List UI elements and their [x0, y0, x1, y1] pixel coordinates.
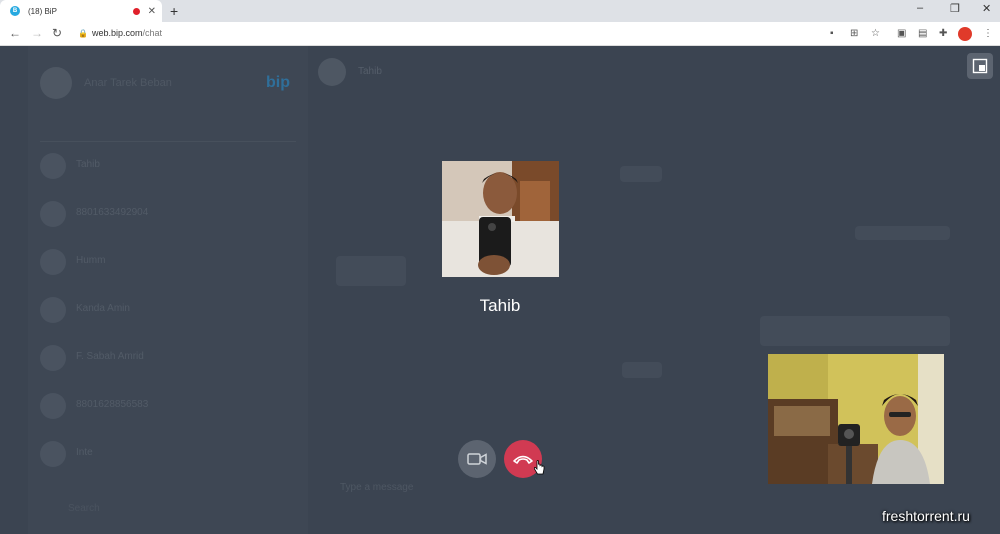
maximize-button[interactable]: ❐ — [950, 2, 960, 15]
compose-input[interactable]: Type a message — [340, 482, 413, 493]
tab-title: (18) BiP — [28, 6, 57, 16]
callee-avatar — [442, 161, 559, 277]
address-bar: ← → ↻ 🔒 web.bip.com/chat ▪ ⊞ ☆ ▣ ▤ ✚ ⋮ — [0, 22, 1000, 46]
avatar — [40, 393, 66, 419]
lock-icon: 🔒 — [78, 29, 88, 38]
callee-name: Tahib — [479, 296, 521, 315]
layout-toggle-button[interactable] — [967, 53, 993, 79]
date-divider — [620, 166, 662, 182]
menu-kebab-icon[interactable]: ⋮ — [983, 28, 993, 39]
chat-list-item[interactable]: F. Sabah Amrid — [28, 334, 308, 382]
message-bubble — [336, 256, 406, 286]
translate-icon[interactable]: ⊞ — [850, 28, 858, 39]
back-button[interactable]: ← — [9, 26, 21, 40]
avatar — [40, 249, 66, 275]
phone-hangup-icon — [513, 455, 533, 464]
avatar — [40, 201, 66, 227]
browser-tab-bar: B (18) BiP ✕ + – ❐ ✕ — [0, 0, 1000, 22]
reader-icon[interactable]: ▤ — [918, 28, 927, 39]
self-video-preview[interactable] — [768, 354, 944, 484]
avatar — [40, 297, 66, 323]
avatar — [40, 153, 66, 179]
profile-avatar[interactable] — [958, 27, 972, 41]
sidebar-footer[interactable]: Search — [68, 503, 100, 514]
url-field[interactable]: 🔒 web.bip.com/chat — [78, 28, 162, 38]
sidebar-header: Anar Tarek Beban bip — [28, 46, 308, 120]
forward-button[interactable]: → — [31, 26, 43, 40]
user-name: Anar Tarek Beban — [84, 77, 172, 89]
url-host: web.bip.com — [91, 28, 143, 38]
chat-name: Kanda Amin — [76, 302, 130, 314]
recording-indicator-icon — [132, 7, 140, 15]
tab-close-icon[interactable]: ✕ — [148, 6, 156, 17]
message-bubble — [760, 316, 950, 346]
video-toggle-button[interactable] — [458, 440, 496, 478]
chat-list-item[interactable]: Humm — [28, 238, 308, 286]
chat-name: Tahib — [76, 158, 100, 170]
layout-icon — [972, 58, 988, 74]
bip-logo: bip — [266, 74, 290, 91]
bookmark-star-icon[interactable]: ☆ — [871, 28, 880, 39]
watermark: freshtorrent.ru — [882, 508, 970, 524]
chat-list-item[interactable]: 8801628856583 — [28, 382, 308, 430]
browser-tab[interactable]: B (18) BiP ✕ — [0, 0, 162, 22]
chat-list-item[interactable]: Tahib — [28, 142, 308, 190]
date-divider — [622, 362, 662, 378]
chat-list: Tahib 8801633492904 Humm Kanda Amin F. S… — [28, 142, 308, 478]
video-camera-icon — [467, 453, 487, 465]
chat-sidebar: Anar Tarek Beban bip Tahib 8801633492904… — [28, 46, 308, 534]
chat-name: Inte — [76, 446, 93, 458]
bip-favicon-icon: B — [10, 6, 20, 16]
close-window-button[interactable]: ✕ — [982, 2, 991, 15]
new-tab-button[interactable]: + — [170, 3, 178, 19]
contact-name: Tahib — [358, 65, 382, 77]
reload-button[interactable]: ↻ — [52, 26, 62, 40]
sidebar-search-field[interactable] — [40, 120, 296, 142]
message-bubble — [855, 226, 950, 240]
camera-in-use-icon[interactable]: ▪ — [830, 28, 834, 39]
url-path: /chat — [142, 28, 163, 38]
chat-list-item[interactable]: 8801633492904 — [28, 190, 308, 238]
chat-name: Humm — [76, 254, 106, 266]
avatar — [40, 345, 66, 371]
chat-list-item[interactable]: Kanda Amin — [28, 286, 308, 334]
avatar — [40, 441, 66, 467]
chat-header: Tahib — [318, 58, 382, 86]
hand-cursor-icon — [533, 460, 545, 475]
chat-name: 8801628856583 — [76, 398, 149, 410]
chat-name: F. Sabah Amrid — [76, 350, 144, 362]
chat-name: 8801633492904 — [76, 206, 149, 218]
user-avatar[interactable] — [40, 67, 72, 99]
chat-list-item[interactable]: Inte — [28, 430, 308, 478]
contact-avatar[interactable] — [318, 58, 346, 86]
extension-icon[interactable]: ▣ — [897, 28, 906, 39]
minimize-button[interactable]: – — [917, 2, 923, 14]
puzzle-extensions-icon[interactable]: ✚ — [939, 28, 947, 39]
